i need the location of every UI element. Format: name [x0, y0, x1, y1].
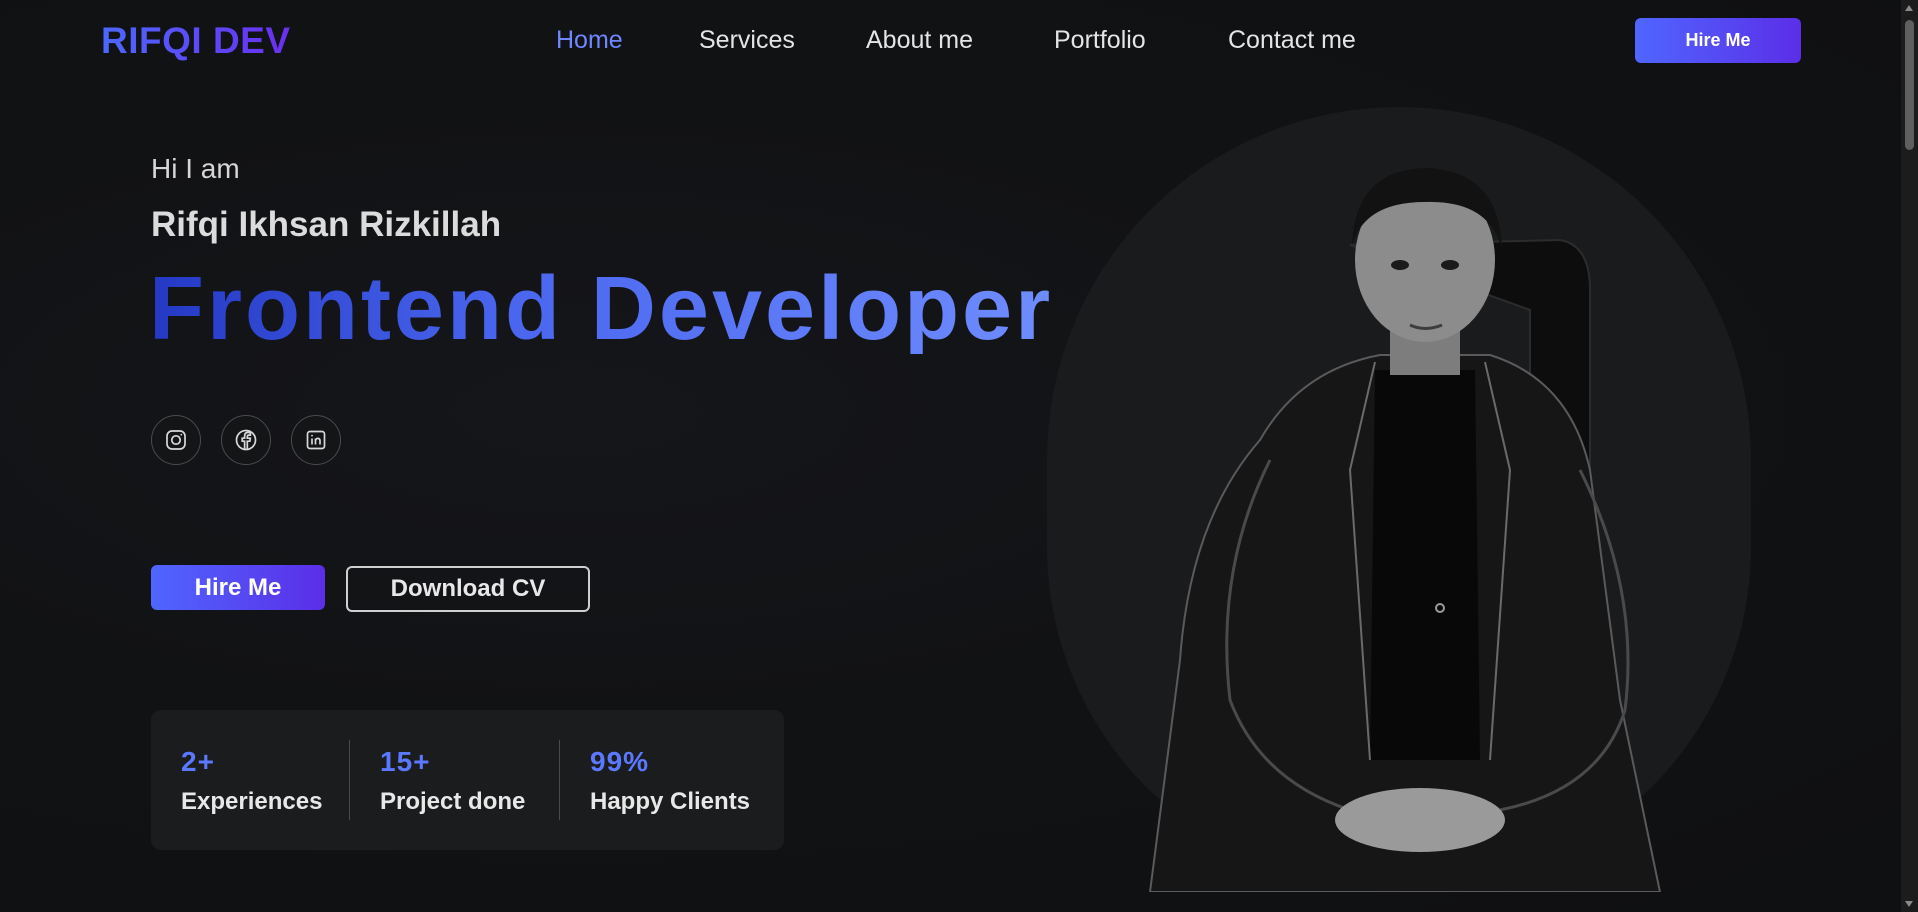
- nav-portfolio[interactable]: Portfolio: [1054, 26, 1146, 55]
- download-cv-button[interactable]: Download CV: [346, 566, 590, 612]
- stat-divider: [559, 740, 560, 820]
- hero-greeting: Hi I am: [151, 153, 240, 184]
- scrollbar-thumb[interactable]: [1905, 20, 1914, 150]
- header-hire-button[interactable]: Hire Me: [1635, 18, 1801, 63]
- scroll-down-icon[interactable]: [1905, 901, 1913, 907]
- profile-photo: [1148, 168, 1662, 892]
- social-facebook[interactable]: [221, 415, 271, 465]
- nav-contact[interactable]: Contact me: [1228, 26, 1356, 55]
- stats-card: 2+ Experiences 15+ Project done 99% Happ…: [151, 710, 784, 850]
- hire-me-button[interactable]: Hire Me: [151, 565, 325, 610]
- stat-label: Happy Clients: [590, 788, 751, 815]
- facebook-icon: [235, 429, 257, 451]
- stat-label: Experiences: [181, 788, 323, 815]
- nav-services[interactable]: Services: [699, 26, 795, 55]
- hero-name: Rifqi Ikhsan Rizkillah: [151, 205, 502, 244]
- hero-role: Frontend Developer: [149, 259, 1054, 359]
- stat-value: 2+: [181, 746, 215, 777]
- stat-projects: 15+ Project done: [380, 746, 525, 816]
- stat-experiences: 2+ Experiences: [181, 746, 322, 816]
- nav-home[interactable]: Home: [556, 26, 623, 55]
- page-scrollbar[interactable]: [1901, 0, 1918, 912]
- nav-about[interactable]: About me: [866, 26, 973, 55]
- scroll-up-icon[interactable]: [1905, 5, 1913, 11]
- site-logo[interactable]: RIFQI DEV: [101, 20, 291, 62]
- stat-value: 15+: [380, 746, 431, 777]
- stat-divider: [349, 740, 350, 820]
- stat-clients: 99% Happy Clients: [590, 746, 750, 816]
- portfolio-page: RIFQI DEV Home Services About me Portfol…: [0, 0, 1918, 912]
- instagram-icon: [166, 430, 186, 450]
- stat-value: 99%: [590, 746, 650, 777]
- social-instagram[interactable]: [151, 415, 201, 465]
- social-linkedin[interactable]: [291, 415, 341, 465]
- stat-label: Project done: [380, 788, 526, 815]
- linkedin-icon: [306, 430, 326, 450]
